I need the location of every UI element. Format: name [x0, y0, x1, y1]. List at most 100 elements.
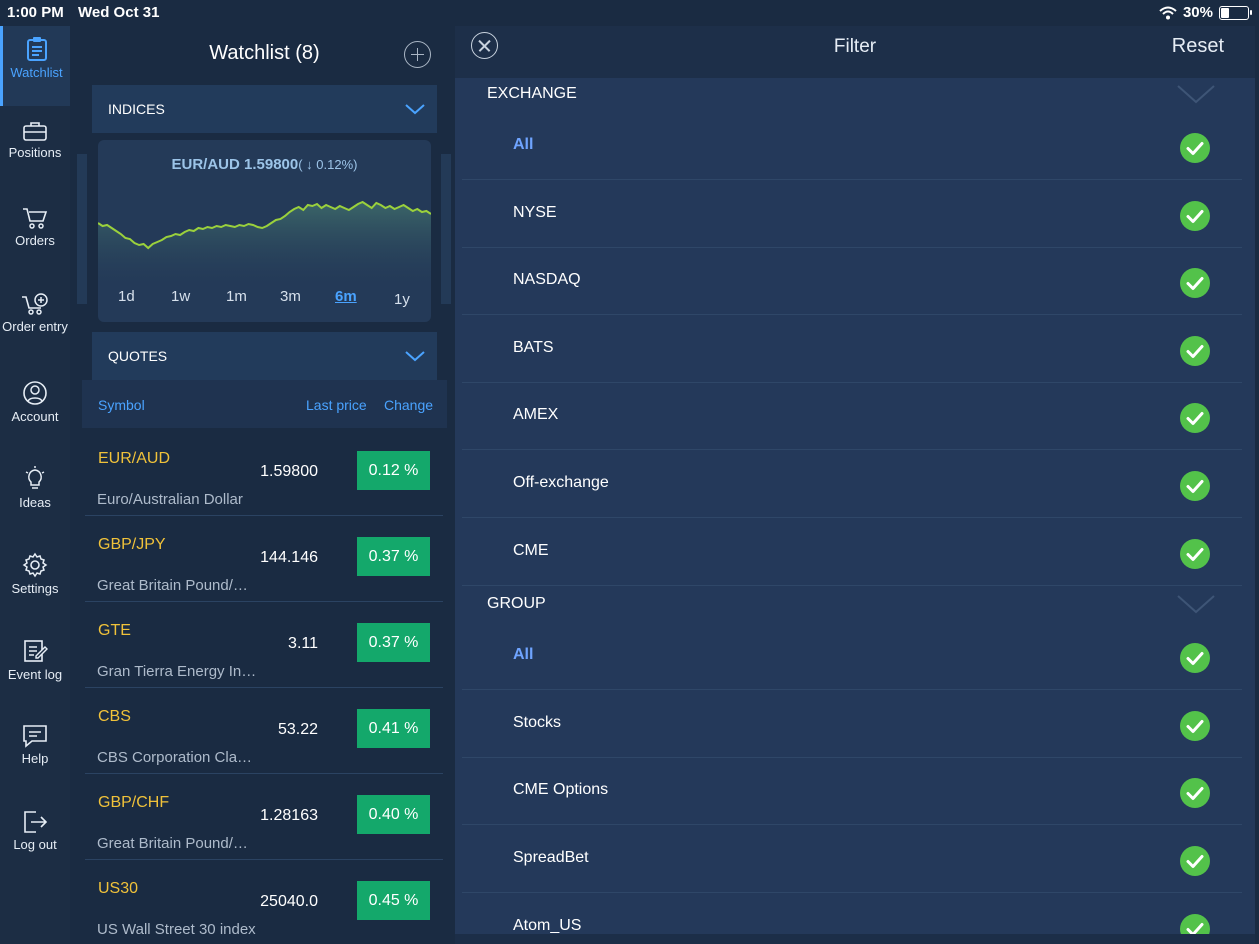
nav-item-label: Help [21, 751, 49, 766]
quote-change-badge[interactable]: 0.37 % [357, 623, 430, 662]
checkmark-icon[interactable] [1180, 471, 1210, 501]
filter-option-label: BATS [513, 338, 554, 356]
nav-item-order-entry[interactable]: Order entry [0, 282, 70, 362]
quote-row[interactable]: EUR/AUD Euro/Australian Dollar 1.59800 0.12… [85, 430, 443, 516]
quote-name: Great Britain Pound/… [97, 835, 248, 852]
quote-change-badge[interactable]: 0.12 % [357, 451, 430, 490]
quote-name: Gran Tierra Energy In… [97, 663, 257, 680]
nav-item-label: Event log [7, 667, 63, 682]
quote-change-badge[interactable]: 0.45 % [357, 881, 430, 920]
range-3m[interactable]: 3m [280, 288, 301, 305]
next-chart-card-peek[interactable] [441, 154, 451, 304]
checkmark-icon[interactable] [1180, 778, 1210, 809]
nav-item-settings[interactable]: Settings [0, 542, 70, 622]
nav-item-label: Watchlist [10, 65, 63, 80]
checkmark-icon[interactable] [1180, 403, 1210, 434]
quote-name: Euro/Australian Dollar [97, 491, 243, 508]
nav-item-watchlist[interactable]: Watchlist [0, 26, 70, 106]
column-change[interactable]: Change [384, 397, 433, 413]
filter-option-atom-us[interactable]: Atom_US [462, 894, 1242, 934]
checkmark-icon[interactable] [1180, 200, 1210, 231]
quote-change-badge[interactable]: 0.37 % [357, 537, 430, 576]
chevron-down-icon [405, 104, 425, 115]
nav-item-label: Log out [13, 837, 57, 852]
quote-row[interactable]: GTE Gran Tierra Energy In… 3.11 0.37 % [85, 602, 443, 688]
previous-chart-card-peek[interactable] [77, 154, 87, 304]
user-icon [0, 380, 70, 406]
filter-option-spreadbet[interactable]: SpreadBet [462, 826, 1242, 893]
quote-symbol: GBP/JPY [98, 536, 166, 553]
quote-name: US Wall Street 30 index [97, 921, 256, 938]
nav-item-event-log[interactable]: Event log [0, 628, 70, 708]
checkmark-icon[interactable] [1180, 335, 1210, 366]
filter-option-cme[interactable]: CME [462, 519, 1242, 586]
status-bar: 1:00 PM Wed Oct 31 30% [0, 0, 1259, 26]
column-symbol[interactable]: Symbol [98, 397, 145, 413]
quote-symbol: GBP/CHF [98, 794, 170, 811]
range-1y[interactable]: 1y [394, 291, 410, 308]
range-1m[interactable]: 1m [226, 288, 247, 305]
quotes-section-header[interactable]: QUOTES [92, 332, 437, 380]
quote-row[interactable]: GBP/JPY Great Britain Pound/… 144.146 0.37 … [85, 516, 443, 602]
nav-item-help[interactable]: Help [0, 714, 70, 794]
reset-button[interactable]: Reset [1172, 35, 1224, 58]
checkmark-icon[interactable] [1180, 538, 1210, 569]
quote-change-badge[interactable]: 0.41 % [357, 709, 430, 748]
cart-icon [0, 206, 70, 230]
edit-log-icon [0, 638, 70, 664]
range-6m[interactable]: 6m [335, 288, 357, 305]
filter-option-label: Off-exchange [513, 474, 609, 491]
nav-item-orders[interactable]: Orders [0, 196, 70, 276]
checkmark-icon[interactable] [1180, 133, 1210, 163]
filter-option-amex[interactable]: AMEX [462, 383, 1242, 451]
checkmark-icon[interactable] [1180, 913, 1210, 934]
filter-option-stocks[interactable]: Stocks [462, 691, 1242, 758]
quote-last-price: 144.146 [260, 549, 318, 566]
checkmark-icon[interactable] [1180, 268, 1210, 299]
lightbulb-icon [0, 466, 70, 492]
quote-last-price: 1.28163 [260, 807, 318, 824]
logout-icon [0, 810, 70, 834]
quote-last-price: 53.22 [277, 721, 318, 738]
nav-item-ideas[interactable]: Ideas [0, 456, 70, 536]
filter-option-all[interactable]: All [462, 623, 1242, 691]
quote-row[interactable]: CBS CBS Corporation Cla… 53.22 0.41 % [85, 688, 443, 774]
quote-symbol: CBS [98, 708, 131, 725]
checkmark-icon[interactable] [1180, 846, 1210, 876]
quote-last-price: 3.11 [288, 635, 318, 652]
filter-header: Filter Reset [455, 26, 1255, 78]
nav-item-label: Order entry [2, 319, 68, 334]
filter-option-bats[interactable]: BATS [462, 316, 1242, 383]
nav-item-account[interactable]: Account [0, 370, 70, 450]
checkmark-icon[interactable] [1180, 710, 1210, 741]
nav-item-positions[interactable]: Positions [0, 110, 70, 190]
filter-option-label: All [513, 646, 534, 664]
indices-section-header[interactable]: INDICES [92, 85, 437, 133]
quote-row[interactable]: US30 US Wall Street 30 index 25040.0 0.45 % [85, 860, 443, 944]
nav-item-log-out[interactable]: Log out [0, 800, 70, 880]
add-watchlist-button[interactable] [404, 41, 431, 68]
filter-option-all[interactable]: All [462, 113, 1242, 180]
nav-item-label: Ideas [19, 495, 51, 510]
filter-option-nyse[interactable]: NYSE [462, 181, 1242, 248]
chart-change: ( ↓ 0.12%) [298, 157, 358, 172]
group-group-header[interactable]: GROUP [455, 586, 1255, 626]
nav-item-label: Positions [8, 145, 62, 160]
chevron-down-icon [1177, 85, 1215, 104]
filter-option-cme-options[interactable]: CME Options [462, 758, 1242, 826]
filter-option-nasdaq[interactable]: NASDAQ [462, 248, 1242, 316]
range-1d[interactable]: 1d [118, 288, 135, 305]
range-1w[interactable]: 1w [171, 288, 190, 305]
status-date: Wed Oct 31 [78, 4, 160, 21]
exchange-group-header[interactable]: EXCHANGE [455, 78, 1255, 116]
quote-row[interactable]: GBP/CHF Great Britain Pound/… 1.28163 0.40 … [85, 774, 443, 860]
quote-change-badge[interactable]: 0.40 % [357, 795, 430, 834]
filter-option-label: Stocks [513, 713, 562, 731]
checkmark-icon[interactable] [1180, 643, 1210, 674]
quote-last-price: 1.59800 [260, 463, 318, 480]
column-last-price[interactable]: Last price [306, 397, 367, 413]
filter-title: Filter [833, 36, 877, 57]
filter-option-off-exchange[interactable]: Off-exchange [462, 451, 1242, 518]
group-group-label: GROUP [487, 595, 546, 613]
nav-item-label: Settings [11, 581, 59, 596]
